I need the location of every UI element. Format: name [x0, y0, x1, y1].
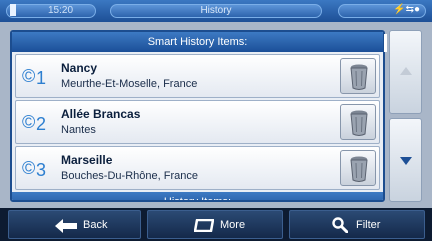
filter-label: Filter	[356, 219, 381, 231]
trash-icon	[350, 156, 368, 182]
back-label: Back	[83, 219, 108, 231]
list-item[interactable]: © 2 Allée Brancas Nantes	[15, 100, 380, 144]
delete-button[interactable]	[340, 58, 376, 94]
item-index: 2	[36, 114, 46, 134]
item-title: Allée Brancas	[61, 107, 141, 121]
signal-icons: ⚡⇆●	[393, 4, 420, 15]
svg-text:©: ©	[22, 158, 35, 178]
history-pin-icon: © 3	[22, 154, 52, 182]
delete-button[interactable]	[340, 104, 376, 140]
history-panel: Smart History Items: © 1 Nancy Meurthe-E…	[0, 22, 432, 208]
item-subtitle: Meurthe-Et-Moselle, France	[61, 78, 198, 90]
trash-icon	[350, 110, 368, 136]
status-bar: 15:20 History ⚡⇆●	[0, 0, 432, 22]
svg-text:©: ©	[22, 112, 35, 132]
search-icon	[332, 217, 348, 233]
chevron-down-icon	[400, 157, 412, 165]
item-subtitle: Bouches-Du-Rhône, France	[61, 170, 198, 182]
history-pin-icon: © 2	[22, 108, 52, 136]
history-list: Smart History Items: © 1 Nancy Meurthe-E…	[10, 30, 385, 202]
item-index: 1	[36, 68, 46, 88]
scrollbar[interactable]	[384, 30, 422, 202]
history-items-header: History Items:	[12, 192, 383, 200]
svg-text:©: ©	[22, 66, 35, 86]
trash-icon	[350, 64, 368, 90]
more-icon	[194, 219, 214, 232]
filter-button[interactable]: Filter	[289, 210, 425, 239]
chevron-up-icon	[400, 67, 412, 75]
more-button[interactable]: More	[147, 210, 283, 239]
smart-history-header: Smart History Items:	[12, 32, 383, 52]
item-subtitle: Nantes	[61, 124, 96, 136]
item-title: Nancy	[61, 61, 98, 75]
back-button[interactable]: Back	[8, 210, 141, 239]
scroll-thumb[interactable]	[384, 34, 387, 52]
more-label: More	[220, 219, 246, 231]
list-item[interactable]: © 3 Marseille Bouches-Du-Rhône, France	[15, 146, 380, 190]
delete-button[interactable]	[340, 150, 376, 186]
history-pin-icon: © 1	[22, 62, 52, 90]
item-index: 3	[36, 160, 46, 180]
bottom-toolbar: Back More Filter	[0, 208, 432, 241]
item-title: Marseille	[61, 153, 113, 167]
scroll-up-button[interactable]	[389, 30, 422, 114]
arrow-left-icon	[55, 219, 77, 233]
list-item[interactable]: © 1 Nancy Meurthe-Et-Moselle, France	[15, 54, 380, 98]
scroll-down-button[interactable]	[389, 118, 422, 202]
